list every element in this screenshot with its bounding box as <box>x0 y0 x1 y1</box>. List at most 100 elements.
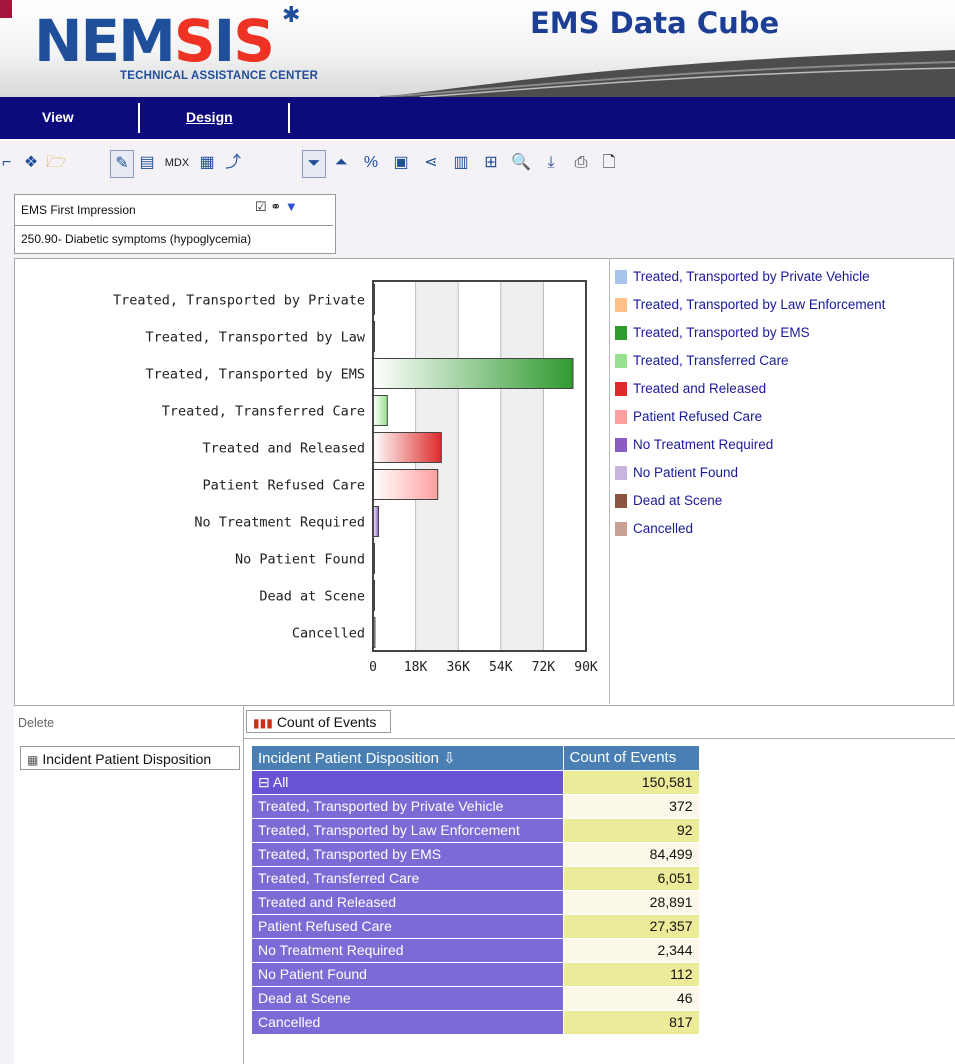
row-label[interactable]: Dead at Scene <box>252 986 564 1011</box>
grid-icon[interactable]: ▥ <box>450 150 472 176</box>
toolbar-edge-icon: ⌐ <box>2 154 12 171</box>
table-icon[interactable]: ▤ <box>136 150 158 176</box>
legend-swatch <box>615 298 627 312</box>
column-header-measure[interactable]: Count of Events <box>563 746 700 771</box>
legend-label: Cancelled <box>633 521 694 536</box>
grid-band <box>543 281 586 651</box>
mdx-button[interactable]: MDX <box>160 150 194 176</box>
chart-icon[interactable]: ▦ <box>196 150 218 176</box>
row-label[interactable]: No Treatment Required <box>252 938 564 963</box>
corner-marker <box>0 0 12 18</box>
row-value: 2,344 <box>563 938 700 963</box>
row-label[interactable]: Treated, Transferred Care <box>252 866 564 891</box>
row-label[interactable]: Treated, Transported by EMS <box>252 842 564 867</box>
hierarchy-icon[interactable]: ⋖ <box>420 150 442 176</box>
row-value: 6,051 <box>563 866 700 891</box>
column-header-dimension[interactable]: Incident Patient Disposition ⇩ <box>252 746 564 771</box>
open-folder-icon[interactable]: 🗁 <box>44 150 68 176</box>
nemsis-logo: NEMSIS ✱ TECHNICAL ASSISTANCE CENTER <box>34 2 364 90</box>
category-label: Treated and Released <box>202 441 365 457</box>
legend-swatch <box>615 326 627 340</box>
table-row: No Treatment Required 2,344 <box>252 938 700 963</box>
row-value: 817 <box>563 1010 700 1035</box>
search-icon[interactable]: 🔍 <box>510 150 532 176</box>
print-icon[interactable]: ⎙ <box>570 150 592 176</box>
legend-label: Patient Refused Care <box>633 409 763 424</box>
row-label[interactable]: Cancelled <box>252 1010 564 1035</box>
checkbox-icon[interactable]: ☑ <box>255 199 267 214</box>
legend-label: Treated and Released <box>633 381 767 396</box>
row-value: 112 <box>563 962 700 987</box>
legend-swatch <box>615 270 627 284</box>
x-tick-label: 54K <box>489 660 513 675</box>
cube-icon[interactable]: ❖ <box>20 150 42 176</box>
app-title: EMS Data Cube <box>530 6 780 40</box>
table-row: Treated, Transferred Care 6,051 <box>252 866 700 891</box>
sort-icon[interactable]: ⇩ <box>443 750 456 767</box>
layout-icon[interactable]: ⊞ <box>480 150 502 176</box>
table-row: Treated, Transported by Private Vehicle 3… <box>252 794 700 819</box>
legend-label: Treated, Transported by Private Vehicle <box>633 269 870 284</box>
pivot-all-row: ⊟ All 150,581 <box>252 770 700 795</box>
legend-swatch <box>615 438 627 452</box>
menu-view[interactable]: View <box>42 109 74 125</box>
row-value: 27,357 <box>563 914 700 939</box>
filter-dimension-box: EMS First Impression ☑ ⚭ ▼ 250.90- Diabe… <box>14 194 336 254</box>
row-value: 28,891 <box>563 890 700 915</box>
grid-band <box>373 281 416 651</box>
measure-button[interactable]: ▮▮▮ Count of Events <box>246 710 391 733</box>
grid-band <box>415 281 459 651</box>
filter-value[interactable]: 250.90- Diabetic symptoms (hypoglycemia) <box>15 225 333 252</box>
percent-icon[interactable]: % <box>360 150 382 176</box>
export-icon[interactable]: ⤓ <box>540 150 562 176</box>
table-row: Patient Refused Care 27,357 <box>252 914 700 939</box>
bar[interactable] <box>372 358 574 389</box>
row-dimension-button[interactable]: ▦ Incident Patient Disposition <box>20 746 240 770</box>
legend-label: No Treatment Required <box>633 437 774 452</box>
x-tick-label: 36K <box>446 660 470 675</box>
bar[interactable] <box>372 395 388 426</box>
collapse-icon[interactable]: ⊟ <box>258 774 270 790</box>
drill-icon[interactable]: ⤴ <box>222 150 244 176</box>
table-row: Treated, Transported by EMS 84,499 <box>252 842 700 867</box>
all-row-label[interactable]: ⊟ All <box>252 770 564 795</box>
bar[interactable] <box>372 469 439 500</box>
row-label[interactable]: Treated and Released <box>252 890 564 915</box>
calculator-icon[interactable]: ▣ <box>390 150 412 176</box>
pivot-header-row: Incident Patient Disposition ⇩ Count of … <box>252 746 700 771</box>
pivot-divider <box>243 738 955 739</box>
row-label[interactable]: Patient Refused Care <box>252 914 564 939</box>
legend-swatch <box>615 382 627 396</box>
filter-icons: ☑ ⚭ ▼ <box>255 199 298 215</box>
column-header-label: Incident Patient Disposition <box>258 749 439 767</box>
category-label: Treated, Transferred Care <box>162 404 365 420</box>
logo-wordmark: NEMSIS <box>34 7 275 75</box>
menu-design[interactable]: Design <box>186 109 233 125</box>
category-label: Treated, Transported by Law <box>146 330 366 346</box>
x-tick-label: 18K <box>404 660 428 675</box>
legend-swatch <box>615 494 627 508</box>
x-tick-label: 90K <box>574 660 598 675</box>
toolbar: ⌐ ❖ 🗁 ✎ ▤ MDX ▦ ⤴ ⏷ ⏶ % ▣ ⋖ ▥ ⊞ 🔍 ⤓ ⎙ 🗋 <box>0 144 955 186</box>
delete-drop-zone[interactable]: Delete <box>18 716 54 730</box>
pivot-divider <box>243 706 244 1064</box>
bar[interactable] <box>372 432 442 463</box>
menu-bar: View Design <box>0 97 955 141</box>
legend-swatch <box>615 410 627 424</box>
grid-band <box>458 281 501 651</box>
row-label[interactable]: Treated, Transported by Law Enforcement <box>252 818 564 843</box>
x-tick-label: 72K <box>532 660 556 675</box>
top10-icon[interactable]: ⏶ <box>330 150 352 176</box>
table-icon: ▦ <box>27 753 39 767</box>
filter-icon[interactable]: ⏷ <box>302 150 326 178</box>
edit-icon[interactable]: ✎ <box>110 150 134 178</box>
row-value: 46 <box>563 986 700 1011</box>
document-icon[interactable]: 🗋 <box>598 150 620 176</box>
row-dimension-label: Incident Patient Disposition <box>42 751 212 767</box>
chevron-down-icon[interactable]: ▼ <box>285 199 298 214</box>
row-label[interactable]: Treated, Transported by Private Vehicle <box>252 794 564 819</box>
row-label[interactable]: No Patient Found <box>252 962 564 987</box>
star-of-life-icon: ✱ <box>282 2 301 27</box>
binoculars-icon[interactable]: ⚭ <box>270 199 281 214</box>
logo-subtitle: TECHNICAL ASSISTANCE CENTER <box>120 70 319 82</box>
